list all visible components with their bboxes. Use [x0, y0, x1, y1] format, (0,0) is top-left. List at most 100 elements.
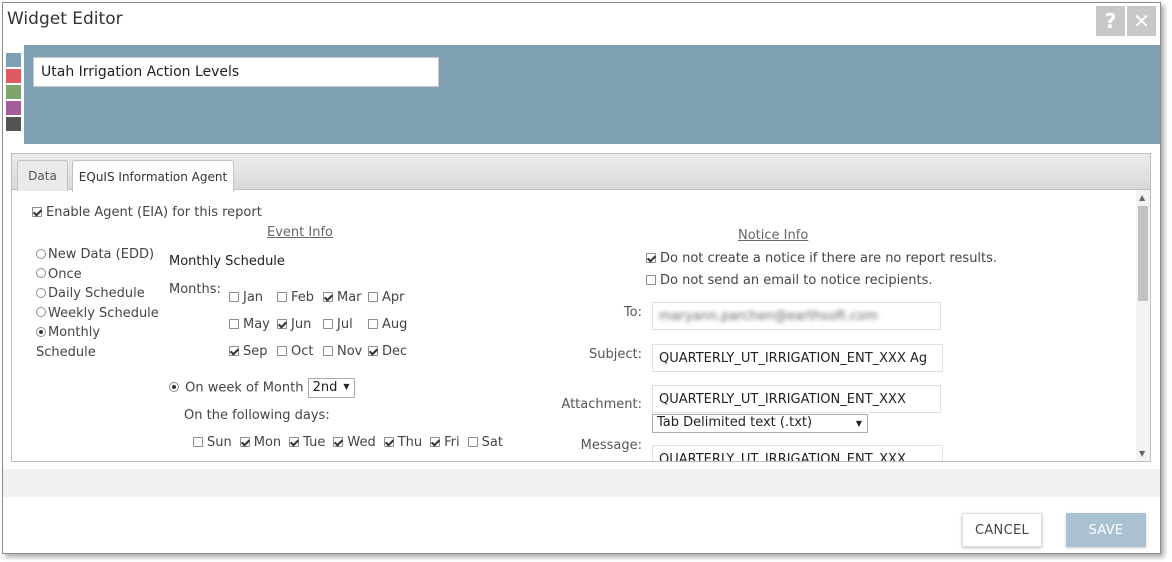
editor-panel: Data EQuIS Information Agent Enable Agen…	[11, 153, 1151, 462]
tab-data[interactable]: Data	[17, 160, 68, 191]
no-email-checkbox[interactable]	[646, 274, 656, 285]
day-checkbox[interactable]	[333, 436, 344, 447]
month-checkbox[interactable]	[368, 345, 378, 356]
help-button[interactable]: ?	[1096, 6, 1125, 36]
content-scrollbar[interactable]: ▲ ▼	[1136, 190, 1150, 461]
schedule-radio[interactable]	[36, 248, 46, 259]
month-checkbox[interactable]	[229, 291, 239, 302]
schedule-option[interactable]: New Data (EDD)	[36, 245, 161, 265]
month-option[interactable]: Nov	[323, 344, 362, 359]
cancel-button[interactable]: CANCEL	[962, 513, 1042, 547]
month-option[interactable]: Jun	[277, 317, 311, 332]
month-checkbox[interactable]	[229, 345, 239, 356]
color-swatch[interactable]	[6, 85, 21, 99]
day-label: Fri	[444, 435, 460, 450]
no-notice-row[interactable]: Do not create a notice if there are no r…	[646, 251, 997, 266]
enable-agent-checkbox[interactable]	[32, 206, 42, 217]
no-email-row[interactable]: Do not send an email to notice recipient…	[646, 273, 933, 288]
month-label: Sep	[243, 344, 268, 359]
schedule-radio[interactable]	[36, 287, 46, 298]
to-field[interactable]: maryann.parchen@earthsoft.com	[652, 302, 941, 330]
attachment-format-value: Tab Delimited text (.txt)	[657, 415, 813, 430]
schedule-radio[interactable]	[36, 307, 46, 317]
widget-name-input[interactable]	[33, 57, 439, 87]
color-swatch[interactable]	[6, 101, 21, 115]
schedule-option[interactable]: Monthly Schedule	[36, 323, 161, 362]
day-option[interactable]: Sat	[467, 435, 503, 450]
chevron-down-icon: ▼	[855, 419, 862, 428]
tab-eia[interactable]: EQuIS Information Agent	[72, 160, 234, 192]
schedule-option[interactable]: Daily Schedule	[36, 284, 161, 304]
footer-band	[3, 469, 1160, 497]
month-option[interactable]: Oct	[277, 344, 313, 359]
month-label: Jun	[291, 317, 312, 332]
months-label: Months:	[169, 282, 221, 297]
scroll-down-icon[interactable]: ▼	[1139, 449, 1145, 458]
color-swatch[interactable]	[6, 69, 21, 83]
month-checkbox[interactable]	[368, 318, 378, 329]
schedule-option[interactable]: Weekly Schedule	[36, 304, 161, 324]
schedule-option-label: New Data (EDD)	[48, 247, 155, 262]
week-of-month-select[interactable]: 2nd ▼	[307, 378, 355, 398]
month-option[interactable]: Mar	[323, 290, 362, 305]
color-swatch[interactable]	[6, 117, 21, 131]
month-option[interactable]: Feb	[277, 290, 314, 305]
subject-label: Subject:	[589, 347, 642, 362]
schedule-radio[interactable]	[36, 326, 46, 337]
color-swatches	[6, 53, 21, 133]
day-option[interactable]: Sun	[193, 435, 232, 450]
attachment-field[interactable]: QUARTERLY_UT_IRRIGATION_ENT_XXX	[652, 385, 941, 413]
no-notice-checkbox[interactable]	[646, 252, 656, 263]
month-option[interactable]: Dec	[368, 344, 407, 359]
month-option[interactable]: May	[229, 317, 270, 332]
save-button[interactable]: SAVE	[1066, 513, 1146, 547]
day-option[interactable]: Tue	[289, 435, 325, 450]
attachment-format-select[interactable]: Tab Delimited text (.txt) ▼	[652, 414, 868, 433]
schedule-option-label: Weekly Schedule	[48, 305, 159, 321]
monthly-schedule-heading: Monthly Schedule	[169, 254, 285, 269]
enable-agent-row[interactable]: Enable Agent (EIA) for this report	[32, 205, 262, 220]
day-checkbox[interactable]	[430, 436, 441, 447]
close-icon: ✕	[1133, 9, 1150, 33]
close-button[interactable]: ✕	[1127, 6, 1156, 36]
month-label: Jan	[243, 290, 264, 305]
month-checkbox[interactable]	[323, 318, 333, 329]
day-label: Thu	[397, 435, 423, 450]
month-option[interactable]: Aug	[368, 317, 407, 332]
scroll-up-icon[interactable]: ▲	[1139, 193, 1145, 202]
help-icon: ?	[1104, 9, 1117, 33]
month-checkbox[interactable]	[229, 318, 239, 329]
day-checkbox[interactable]	[467, 436, 478, 447]
month-checkbox[interactable]	[323, 291, 333, 302]
month-label: Jul	[337, 317, 353, 332]
week-of-month-row: On week of Month 2nd ▼	[169, 378, 355, 398]
notice-info-heading: Notice Info	[738, 228, 809, 243]
widget-editor-window: Widget Editor ? ✕ Data EQuIS Information…	[2, 2, 1161, 554]
day-checkbox[interactable]	[193, 436, 203, 447]
month-checkbox[interactable]	[368, 291, 378, 302]
day-label: Mon	[253, 435, 282, 450]
month-label: Mar	[337, 290, 362, 305]
month-checkbox[interactable]	[277, 318, 287, 329]
month-option[interactable]: Jul	[323, 317, 353, 332]
month-checkbox[interactable]	[277, 291, 287, 302]
day-option[interactable]: Mon	[239, 435, 282, 450]
day-option[interactable]: Wed	[333, 435, 376, 450]
week-of-month-radio[interactable]	[169, 382, 179, 392]
schedule-option[interactable]: Once	[36, 265, 161, 285]
month-checkbox[interactable]	[277, 345, 287, 356]
subject-field[interactable]: QUARTERLY_UT_IRRIGATION_ENT_XXX Ag	[652, 344, 943, 372]
day-option[interactable]: Thu	[383, 435, 423, 450]
color-swatch[interactable]	[6, 53, 21, 67]
schedule-radio[interactable]	[36, 268, 46, 278]
month-option[interactable]: Jan	[229, 290, 263, 305]
month-option[interactable]: Apr	[368, 290, 405, 305]
month-checkbox[interactable]	[323, 345, 333, 356]
day-checkbox[interactable]	[383, 436, 394, 447]
day-option[interactable]: Fri	[430, 435, 460, 450]
message-field[interactable]: QUARTERLY_UT_IRRIGATION_ENT_XXX	[652, 445, 943, 461]
day-checkbox[interactable]	[239, 436, 250, 447]
scrollbar-thumb[interactable]	[1138, 206, 1148, 301]
day-checkbox[interactable]	[289, 436, 300, 447]
month-option[interactable]: Sep	[229, 344, 268, 359]
